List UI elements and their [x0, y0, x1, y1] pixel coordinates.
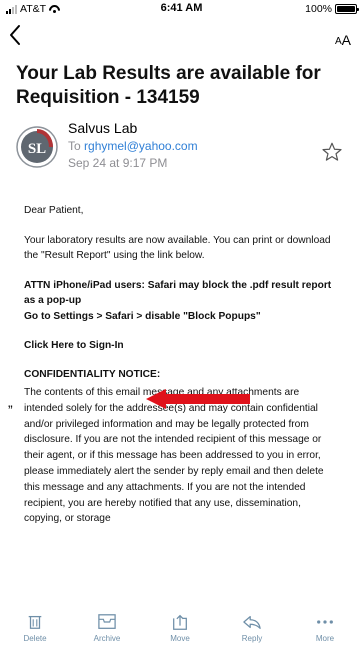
to-prefix: To [68, 139, 81, 153]
delete-label: Delete [23, 634, 47, 643]
bottom-toolbar: Delete Archive Move Reply More [0, 609, 363, 647]
body-paragraph: Your laboratory results are now availabl… [24, 234, 331, 262]
trash-icon [28, 615, 42, 629]
stray-quote-mark: ” [8, 402, 13, 418]
chevron-left-icon [10, 25, 20, 45]
confidentiality-title: CONFIDENTIALITY NOTICE: [24, 368, 161, 380]
delete-button[interactable]: Delete [9, 613, 61, 647]
text-size-button[interactable]: AA [335, 31, 351, 47]
archive-icon [98, 614, 116, 629]
recipient-line: To rghymel@yahoo.com [68, 139, 198, 153]
status-bar: AT&T 6:41 AM 100% [0, 0, 363, 18]
archive-button[interactable]: Archive [81, 613, 133, 647]
reply-icon [243, 615, 261, 629]
move-button[interactable]: Move [154, 613, 206, 647]
email-body: Dear Patient, Your laboratory results ar… [24, 203, 340, 527]
sign-in-link[interactable]: Click Here to Sign-In [24, 338, 124, 354]
recipient-email-link[interactable]: rghymel@yahoo.com [84, 139, 198, 153]
more-label: More [315, 634, 335, 643]
reply-button[interactable]: Reply [226, 613, 278, 647]
avatar-monogram: SL [28, 141, 46, 157]
star-icon [322, 142, 342, 161]
greeting: Dear Patient, [24, 205, 84, 216]
text-size-icon-small: A [334, 36, 342, 47]
attn-notice: ATTN iPhone/iPad users: Safari may block… [24, 278, 340, 325]
email-date: Sep 24 at 9:17 PM [68, 156, 168, 170]
reply-label: Reply [241, 634, 263, 643]
email-subject: Your Lab Results are available for Requi… [16, 63, 321, 108]
status-right: 100% [305, 3, 359, 15]
sender-name[interactable]: Salvus Lab [68, 120, 137, 136]
salvus-logo-icon: SL [16, 126, 58, 168]
battery-percent: 100% [305, 3, 332, 15]
battery-icon [335, 4, 359, 14]
more-icon [317, 620, 333, 624]
more-button[interactable]: More [299, 613, 351, 647]
flag-star-button[interactable] [321, 141, 343, 163]
text-size-icon-large: A [341, 32, 351, 48]
move-label: Move [170, 634, 190, 643]
red-arrow-annotation [146, 389, 250, 409]
nav-bar: AA [0, 20, 363, 56]
move-icon [173, 614, 187, 630]
attn-line-1: ATTN iPhone/iPad users: Safari may block… [24, 279, 332, 307]
attn-line-2: Go to Settings > Safari > disable "Block… [24, 310, 261, 322]
sender-header: SL Salvus Lab To rghymel@yahoo.com Sep 2… [0, 116, 363, 186]
sender-avatar[interactable]: SL [16, 126, 58, 168]
back-button[interactable] [8, 23, 28, 53]
archive-label: Archive [93, 634, 121, 643]
